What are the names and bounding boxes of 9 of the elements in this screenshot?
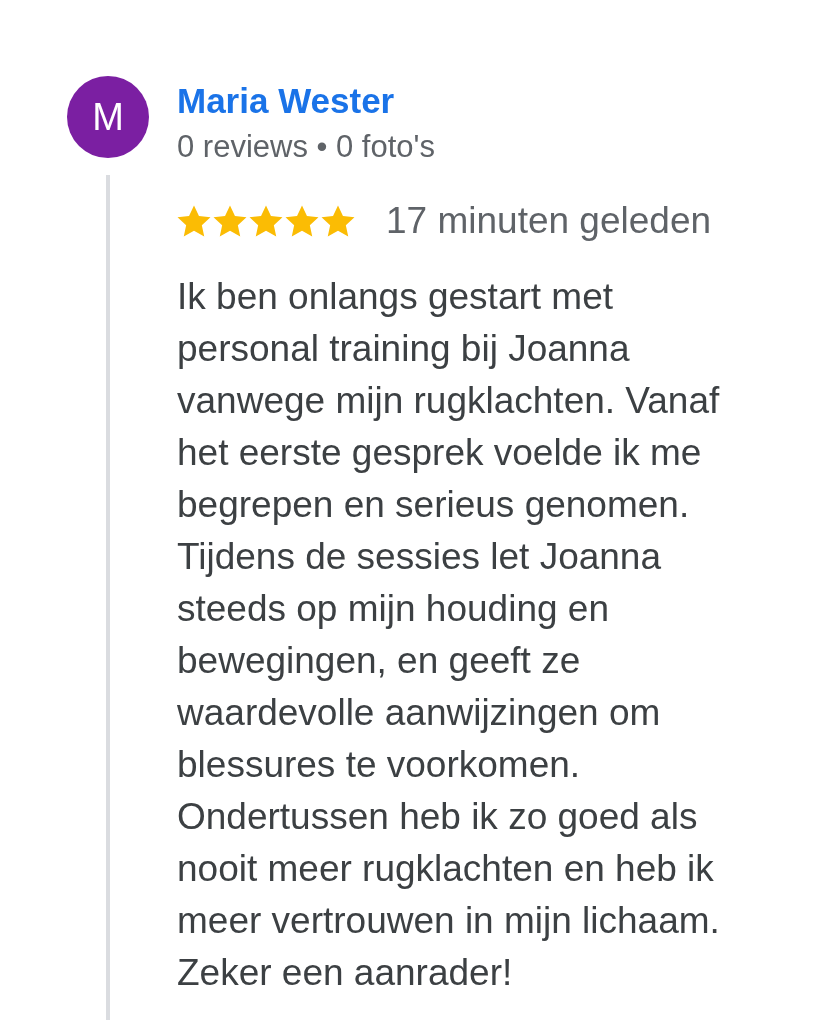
filled-star-icon	[249, 205, 283, 237]
author-name[interactable]: Maria Wester	[177, 81, 435, 121]
filled-star-icon	[177, 205, 211, 237]
review-text: Ik ben onlangs gestart met personal training bij Joanna vanwege mijn rugklachten. Vanaf het eerste gesprek voelde ik me begrepen en serieus genomen. Tijdens de sessies let Joanna steeds op mijn houding en bewegingen, en geeft ze waardevolle aanwijzingen om blessures te voorkomen. Ondertussen heb ik zo goed als nooit meer rugklachten en heb ik meer vertrouwen in mijn lichaam. Zeker een aanrader!	[177, 275, 721, 995]
filled-star-icon	[321, 205, 355, 237]
reviewer-stats: 0 reviews • 0 foto's	[177, 129, 435, 165]
review-time: 17 minuten geleden	[386, 199, 712, 243]
filled-star-icon	[285, 205, 319, 237]
filled-star-icon	[213, 205, 247, 237]
